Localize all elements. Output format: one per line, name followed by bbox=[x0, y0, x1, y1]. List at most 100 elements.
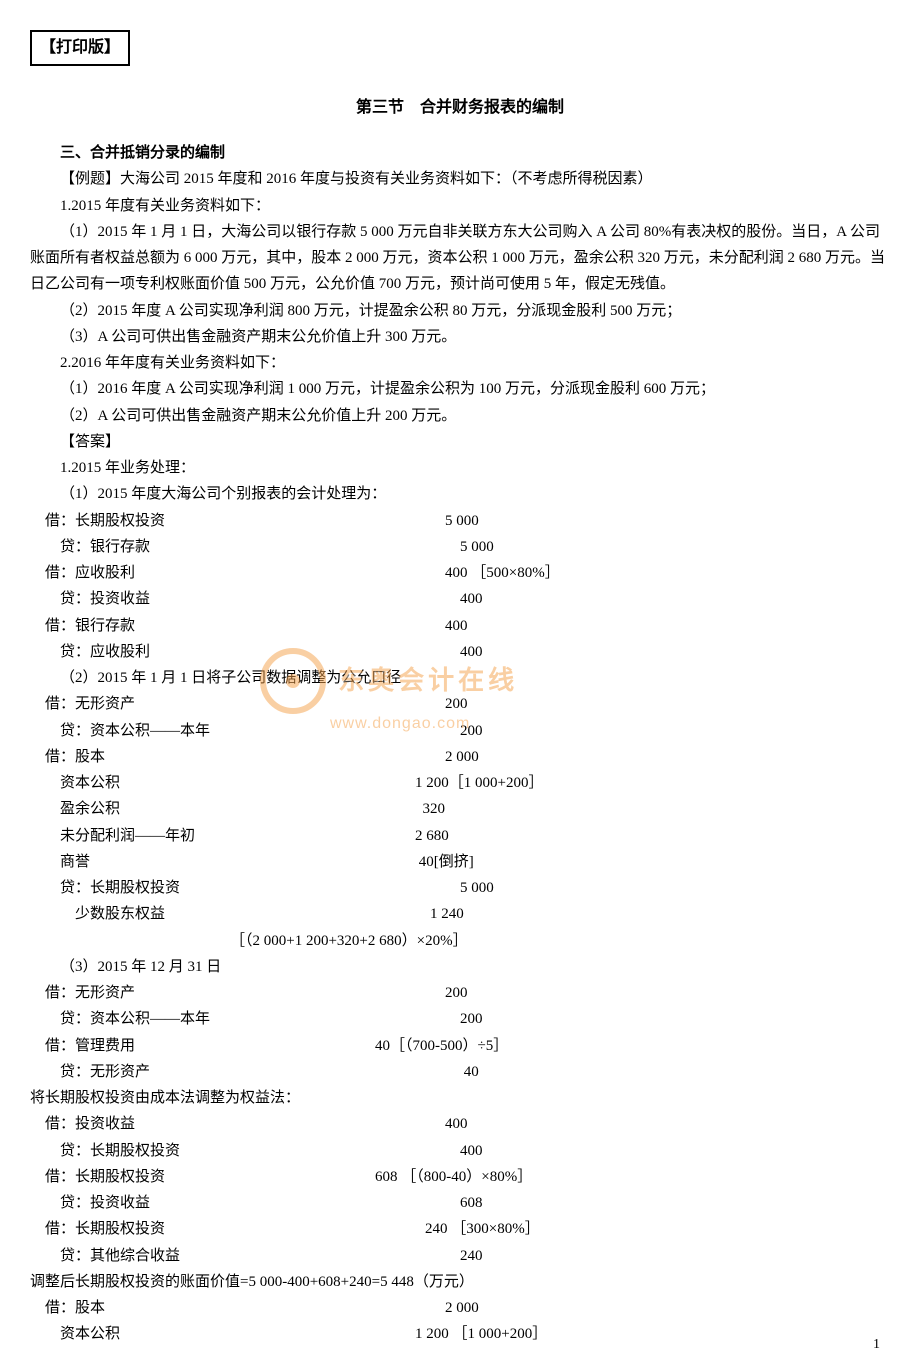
journal-entry-row: 贷：无形资产 40 bbox=[30, 1059, 890, 1085]
journal-entry-row: 借：投资收益400 bbox=[30, 1111, 890, 1137]
journal-entry-row: 未分配利润——年初2 680 bbox=[30, 823, 890, 849]
entry-amount: 1 200［1 000+200］ bbox=[415, 770, 543, 796]
journal-entry-row: 贷：投资收益 400 bbox=[30, 586, 890, 612]
journal-entry-row: 借：长期股权投资608 ［（800-40）×80%］ bbox=[30, 1164, 890, 1190]
entry-amount: 200 bbox=[445, 691, 468, 717]
journal-entry-row: 借：股本2 000 bbox=[30, 1295, 890, 1321]
entry-account: 借：应收股利 bbox=[30, 560, 445, 586]
journal-entry-row: 贷：银行存款 5 000 bbox=[30, 534, 890, 560]
entry-amount: 2 680 bbox=[415, 823, 449, 849]
entry-account: 借：投资收益 bbox=[30, 1111, 445, 1137]
entry-amount: 5 000 bbox=[445, 508, 479, 534]
journal-entry-row: 借：银行存款400 bbox=[30, 613, 890, 639]
journal-entry-row: 借：管理费用40［（700-500）÷5］ bbox=[30, 1033, 890, 1059]
entry-account: 贷：其他综合收益 bbox=[30, 1243, 453, 1269]
journal-entry-row: 贷：资本公积——本年 200 bbox=[30, 718, 890, 744]
journal-entry-row: 贷：长期股权投资 5 000 bbox=[30, 875, 890, 901]
entry-account: 借：银行存款 bbox=[30, 613, 445, 639]
adjustment-line: 将长期股权投资由成本法调整为权益法： bbox=[30, 1085, 890, 1111]
entry-amount: 240 ［300×80%］ bbox=[425, 1216, 540, 1242]
entry-account: 借：长期股权投资 bbox=[30, 1216, 425, 1242]
entry-account: 借：股本 bbox=[30, 1295, 445, 1321]
year-2016-header: 2.2016 年年度有关业务资料如下： bbox=[30, 350, 890, 376]
para-2016-2: （2）A 公司可供出售金融资产期末公允价值上升 200 万元。 bbox=[30, 403, 890, 429]
example-intro: 【例题】大海公司 2015 年度和 2016 年度与投资有关业务资料如下：（不考… bbox=[30, 166, 890, 192]
entry-amount: 400 bbox=[445, 613, 468, 639]
entry-amount: 2 000 bbox=[445, 744, 479, 770]
journal-entries-3: 借：无形资产200 贷：资本公积——本年 200借：管理费用40［（700-50… bbox=[30, 980, 890, 1085]
journal-entry-row: 借：长期股权投资5 000 bbox=[30, 508, 890, 534]
entry-amount: 200 bbox=[445, 980, 468, 1006]
entry-amount: 400 bbox=[453, 639, 483, 665]
answer-1: 1.2015 年业务处理： bbox=[30, 455, 890, 481]
journal-entry-row: 贷：应收股利 400 bbox=[30, 639, 890, 665]
entry-account: 资本公积 bbox=[30, 1321, 415, 1347]
sub-heading: 三、合并抵销分录的编制 bbox=[30, 140, 890, 166]
answer-1-3: （3）2015 年 12 月 31 日 bbox=[30, 954, 890, 980]
journal-entry-row: 借：无形资产200 bbox=[30, 691, 890, 717]
entry-account: 借：管理费用 bbox=[30, 1033, 375, 1059]
journal-entry-row: 盈余公积 320 bbox=[30, 796, 890, 822]
journal-entry-row: 贷：长期股权投资 400 bbox=[30, 1138, 890, 1164]
entry-account: 贷：投资收益 bbox=[30, 586, 453, 612]
entry-amount: 400 bbox=[453, 1138, 483, 1164]
para-2015-2: （2）2015 年度 A 公司实现净利润 800 万元，计提盈余公积 80 万元… bbox=[30, 298, 890, 324]
journal-entry-row: 资本公积1 200［1 000+200］ bbox=[30, 770, 890, 796]
journal-entries-4: 借：投资收益400 贷：长期股权投资 400借：长期股权投资608 ［（800-… bbox=[30, 1111, 890, 1269]
journal-entry-row: 商誉 40[倒挤] bbox=[30, 849, 890, 875]
entry-amount: 5 000 bbox=[453, 875, 494, 901]
entry-amount: 2 000 bbox=[445, 1295, 479, 1321]
entry-account: 贷：长期股权投资 bbox=[30, 1138, 453, 1164]
entry-account: 贷：资本公积——本年 bbox=[30, 718, 453, 744]
entry-account: 商誉 bbox=[30, 849, 415, 875]
entry-account: 借：长期股权投资 bbox=[30, 1164, 375, 1190]
entry-amount: 608 bbox=[453, 1190, 483, 1216]
journal-entry-row: 贷：资本公积——本年 200 bbox=[30, 1006, 890, 1032]
entry-account: 未分配利润——年初 bbox=[30, 823, 415, 849]
entry-account: 盈余公积 bbox=[30, 796, 415, 822]
journal-entry-row: 资本公积1 200 ［1 000+200］ bbox=[30, 1321, 890, 1347]
adjustment-result: 调整后长期股权投资的账面价值=5 000-400+608+240=5 448（万… bbox=[30, 1269, 890, 1295]
entry-account: 资本公积 bbox=[30, 770, 415, 796]
print-version-tag: 【打印版】 bbox=[30, 30, 130, 66]
journal-entry-row: 借：长期股权投资240 ［300×80%］ bbox=[30, 1216, 890, 1242]
entry-account: 贷：长期股权投资 bbox=[30, 875, 453, 901]
journal-entry-row: 借：应收股利400 ［500×80%］ bbox=[30, 560, 890, 586]
para-2016-1: （1）2016 年度 A 公司实现净利润 1 000 万元，计提盈余公积为 10… bbox=[30, 376, 890, 402]
page-number: 1 bbox=[873, 1333, 880, 1358]
entry-amount: 40[倒挤] bbox=[415, 849, 474, 875]
entry-amount: 200 bbox=[453, 718, 483, 744]
journal-entries-2: 借：无形资产200 贷：资本公积——本年 200借：股本2 000 资本公积1 … bbox=[30, 691, 890, 927]
section-title: 第三节 合并财务报表的编制 bbox=[30, 94, 890, 122]
entry-amount: 200 bbox=[453, 1006, 483, 1032]
entry-amount: 240 bbox=[453, 1243, 483, 1269]
journal-entry-row: 借：无形资产200 bbox=[30, 980, 890, 1006]
entry-account: 贷：银行存款 bbox=[30, 534, 453, 560]
journal-entry-row: 少数股东权益 1 240 bbox=[30, 901, 890, 927]
calc-line: ［（2 000+1 200+320+2 680）×20%］ bbox=[30, 928, 890, 954]
entry-account: 借：无形资产 bbox=[30, 691, 445, 717]
entry-account: 少数股东权益 bbox=[30, 901, 423, 927]
entry-amount: 400 ［500×80%］ bbox=[445, 560, 560, 586]
entry-account: 贷：无形资产 bbox=[30, 1059, 453, 1085]
entry-account: 借：无形资产 bbox=[30, 980, 445, 1006]
journal-entries-5: 借：股本2 000 资本公积1 200 ［1 000+200］ bbox=[30, 1295, 890, 1348]
year-2015-header: 1.2015 年度有关业务资料如下： bbox=[30, 193, 890, 219]
entry-amount: 40 bbox=[453, 1059, 479, 1085]
entry-account: 贷：资本公积——本年 bbox=[30, 1006, 453, 1032]
entry-amount: 400 bbox=[445, 1111, 468, 1137]
entry-amount: 40［（700-500）÷5］ bbox=[375, 1033, 508, 1059]
entry-account: 借：股本 bbox=[30, 744, 445, 770]
para-2015-1: （1）2015 年 1 月 1 日，大海公司以银行存款 5 000 万元自非关联… bbox=[30, 219, 890, 298]
answer-1-1: （1）2015 年度大海公司个别报表的会计处理为： bbox=[30, 481, 890, 507]
entry-amount: 320 bbox=[415, 796, 445, 822]
answer-1-2: （2）2015 年 1 月 1 日将子公司数据调整为公允口径 bbox=[30, 665, 890, 691]
para-2015-3: （3）A 公司可供出售金融资产期末公允价值上升 300 万元。 bbox=[30, 324, 890, 350]
journal-entry-row: 贷：其他综合收益 240 bbox=[30, 1243, 890, 1269]
entry-amount: 608 ［（800-40）×80%］ bbox=[375, 1164, 532, 1190]
entry-amount: 400 bbox=[453, 586, 483, 612]
entry-amount: 1 240 bbox=[423, 901, 464, 927]
journal-entry-row: 借：股本2 000 bbox=[30, 744, 890, 770]
journal-entry-row: 贷：投资收益 608 bbox=[30, 1190, 890, 1216]
entry-account: 借：长期股权投资 bbox=[30, 508, 445, 534]
